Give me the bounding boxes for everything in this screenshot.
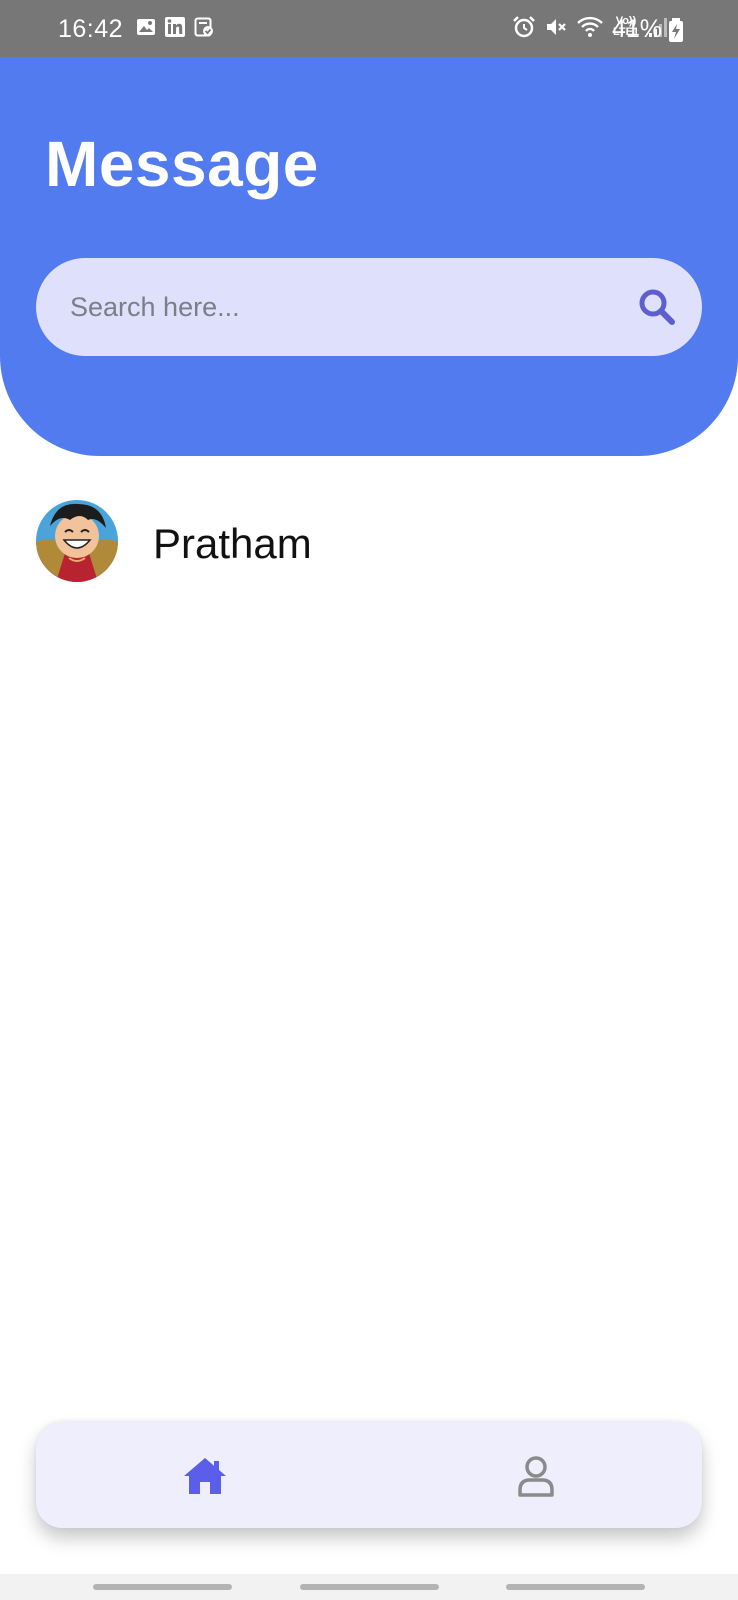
recents-gesture-bar[interactable] <box>93 1584 232 1590</box>
avatar-image <box>36 500 118 582</box>
search-bar <box>36 258 702 356</box>
alarm-icon <box>513 16 535 38</box>
header: Message <box>0 57 738 456</box>
search-input[interactable] <box>70 258 610 356</box>
status-time: 16:42 <box>58 15 124 43</box>
gallery-icon <box>137 19 155 35</box>
system-nav-bar <box>0 1574 738 1600</box>
home-icon[interactable] <box>181 1452 229 1500</box>
page-title: Message <box>45 128 319 200</box>
status-bar: 16:42 Vo)) LTE1 41% <box>0 0 738 57</box>
avatar <box>36 500 118 582</box>
bottom-nav <box>36 1422 702 1528</box>
back-gesture-bar[interactable] <box>506 1584 645 1590</box>
profile-icon[interactable] <box>512 1452 560 1500</box>
home-gesture-bar[interactable] <box>300 1584 439 1590</box>
battery-percent: 41% <box>611 15 662 43</box>
battery-charging-icon <box>669 18 683 42</box>
linkedin-icon <box>165 17 185 37</box>
search-icon[interactable] <box>636 286 678 328</box>
clipboard-check-icon <box>194 17 213 37</box>
mute-icon <box>547 19 566 35</box>
contact-name: Pratham <box>153 520 312 567</box>
message-screen: 16:42 Vo)) LTE1 41% Message Search here.… <box>0 0 738 1600</box>
status-left-icons <box>136 17 214 37</box>
contact-item[interactable]: Pratham <box>36 500 702 584</box>
wifi-icon <box>577 16 603 37</box>
